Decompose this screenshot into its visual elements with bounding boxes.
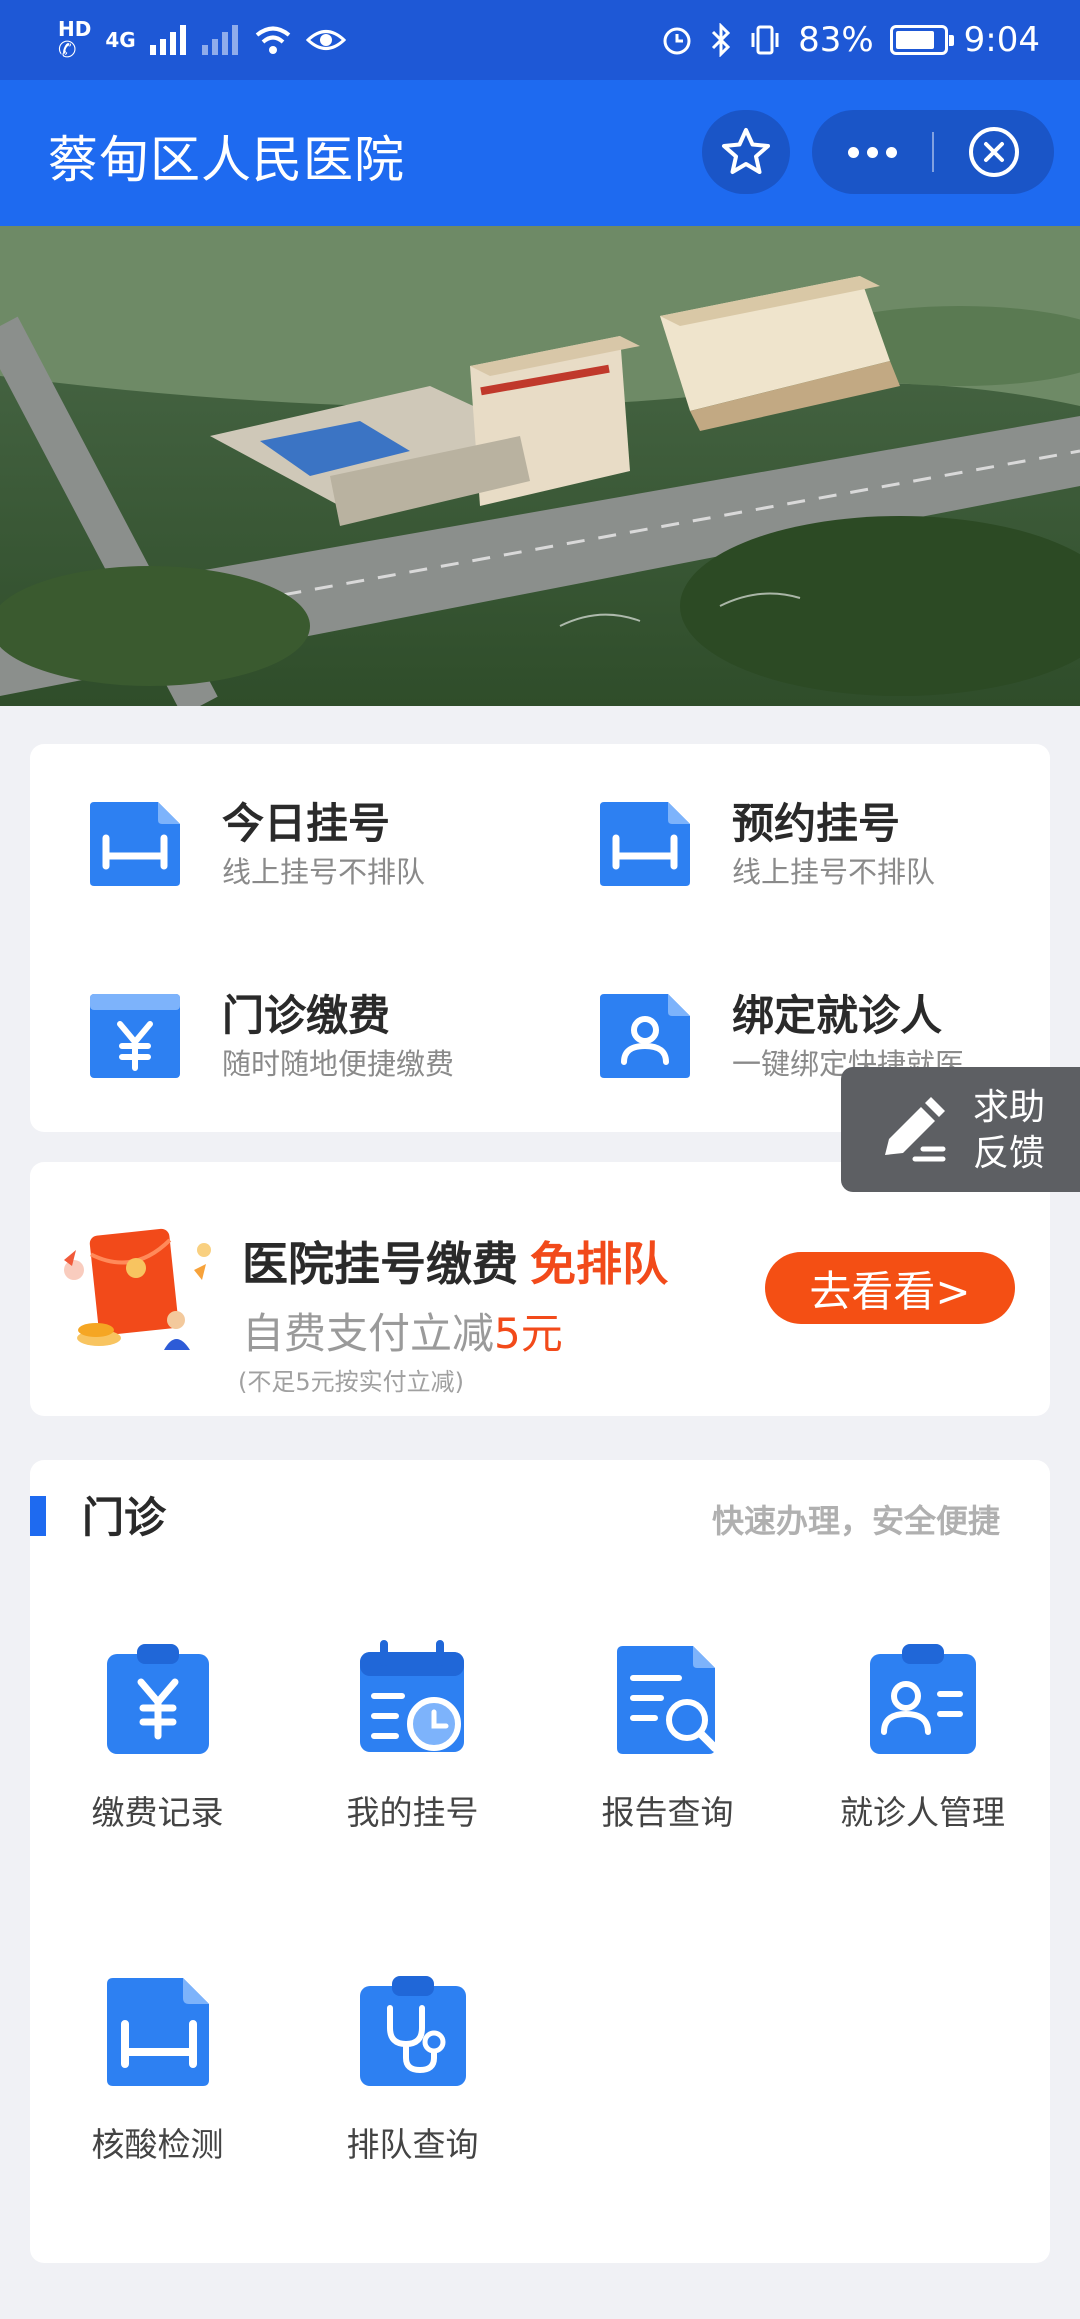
outpatient-section: 门诊 快速办理，安全便捷 缴费记录 我的挂号 报告查询 就诊人管理 核酸检测 排… (30, 1460, 1050, 2263)
bed-icon (90, 802, 180, 886)
status-bar: HD ✆ 4G 83% 9:04 (0, 0, 1080, 80)
section-accent-bar (30, 1496, 46, 1536)
quick-action-subtitle: 线上挂号不排队 (732, 855, 936, 889)
yuan-icon (90, 994, 180, 1078)
vibrate-icon (751, 25, 779, 55)
quick-action-text: 今日挂号 线上挂号不排队 (222, 798, 425, 892)
close-icon (969, 127, 1019, 177)
more-dot-icon (847, 146, 859, 158)
promo-title: 医院挂号缴费 免排队 (242, 1228, 668, 1294)
title-bar: 蔡甸区人民医院 (0, 80, 1080, 226)
quick-action-title: 绑定就诊人 (732, 991, 943, 1040)
favorite-button[interactable] (702, 110, 790, 194)
clock: 9:04 (963, 20, 1040, 60)
quick-action-outpatient-payment[interactable]: 门诊缴费 随时随地便捷缴费 (86, 990, 454, 1084)
bed-icon (600, 802, 690, 886)
hd-label: HD (58, 17, 92, 41)
page-title: 蔡甸区人民医院 (48, 131, 405, 189)
report-search-icon (616, 1646, 719, 1754)
red-envelope-icon (64, 1228, 211, 1350)
promo-note: (不足5元按实付立减) (238, 1368, 464, 1396)
close-button[interactable] (934, 110, 1054, 194)
network-label: 4G (105, 28, 136, 52)
alarm-icon (663, 27, 691, 55)
battery-percent: 83% (798, 20, 874, 60)
edit-pencil-icon (885, 1097, 946, 1162)
battery-fill (895, 31, 934, 49)
promo-title-highlight: 免排队 (530, 1237, 668, 1291)
star-icon (722, 128, 770, 174)
bluetooth-icon (712, 23, 731, 57)
section-subtitle: 快速办理，安全便捷 (711, 1502, 1000, 1540)
quick-action-title: 门诊缴费 (222, 991, 391, 1040)
grid-item-label: 报告查询 (601, 1793, 734, 1832)
grid-item-queue-query[interactable]: 排队查询 (285, 1972, 540, 2166)
grid-item-label: 核酸检测 (91, 2125, 224, 2164)
quick-action-text: 门诊缴费 随时随地便捷缴费 (222, 990, 454, 1084)
hospital-banner-image[interactable] (0, 226, 1080, 706)
grid-item-report-query[interactable]: 报告查询 (540, 1640, 795, 1834)
section-title: 门诊 (82, 1493, 167, 1542)
hd-indicator: HD ✆ (58, 18, 91, 62)
person-icon (600, 994, 690, 1078)
grid-item-nucleic-acid-test[interactable]: 核酸检测 (30, 1972, 285, 2166)
more-dot-icon (885, 146, 897, 158)
help-feedback-button[interactable]: 求助 反馈 (841, 1067, 1080, 1192)
grid-item-patient-management[interactable]: 就诊人管理 (795, 1640, 1050, 1834)
promo-card[interactable]: 医院挂号缴费 免排队 自费支付立减5元 (不足5元按实付立减) 去看看> (30, 1162, 1050, 1416)
promo-subtitle-text: 自费支付立减 (242, 1309, 495, 1358)
signal-icon (149, 25, 186, 55)
status-left: HD ✆ 4G (58, 10, 346, 70)
battery-icon (889, 25, 954, 55)
quick-action-text: 预约挂号 线上挂号不排队 (732, 798, 935, 892)
quick-action-subtitle: 随时随地便捷缴费 (222, 1047, 455, 1081)
signal-weak-icon (201, 25, 238, 55)
promo-subtitle: 自费支付立减5元 (242, 1300, 563, 1361)
feedback-text: 求助 反馈 (973, 1085, 1045, 1177)
quick-action-title: 今日挂号 (222, 799, 391, 848)
grid-item-payment-records[interactable]: 缴费记录 (30, 1640, 285, 1834)
quick-action-today-register[interactable]: 今日挂号 线上挂号不排队 (86, 798, 425, 892)
promo-go-button[interactable]: 去看看> (765, 1252, 1015, 1324)
quick-action-appointment[interactable]: 预约挂号 线上挂号不排队 (596, 798, 935, 892)
patient-card-icon (869, 1644, 976, 1754)
bed-icon (106, 1978, 209, 2086)
feedback-line2: 反馈 (973, 1133, 1046, 1174)
grid-item-label: 我的挂号 (346, 1793, 479, 1832)
wifi-icon (255, 26, 290, 54)
more-button[interactable] (812, 110, 932, 194)
grid-item-my-registrations[interactable]: 我的挂号 (285, 1640, 540, 1834)
quick-action-title: 预约挂号 (732, 799, 901, 848)
hospital-aerial-illustration (0, 226, 1080, 706)
status-right: 83% 9:04 (660, 10, 1040, 70)
more-dot-icon (866, 146, 878, 158)
quick-action-subtitle: 线上挂号不排队 (222, 855, 426, 889)
feedback-line1: 求助 (973, 1087, 1046, 1128)
calendar-clock-icon (359, 1640, 464, 1752)
call-icon: ✆ (58, 38, 77, 63)
grid-item-label: 就诊人管理 (840, 1793, 1005, 1832)
menu-capsule (812, 110, 1054, 194)
yuan-clipboard-icon (106, 1644, 209, 1754)
eye-icon (305, 30, 346, 50)
grid-item-label: 缴费记录 (91, 1793, 224, 1832)
promo-title-text: 医院挂号缴费 (242, 1237, 518, 1291)
stethoscope-icon (359, 1976, 466, 2086)
grid-item-label: 排队查询 (346, 2125, 479, 2164)
promo-subtitle-highlight: 5元 (494, 1309, 563, 1358)
